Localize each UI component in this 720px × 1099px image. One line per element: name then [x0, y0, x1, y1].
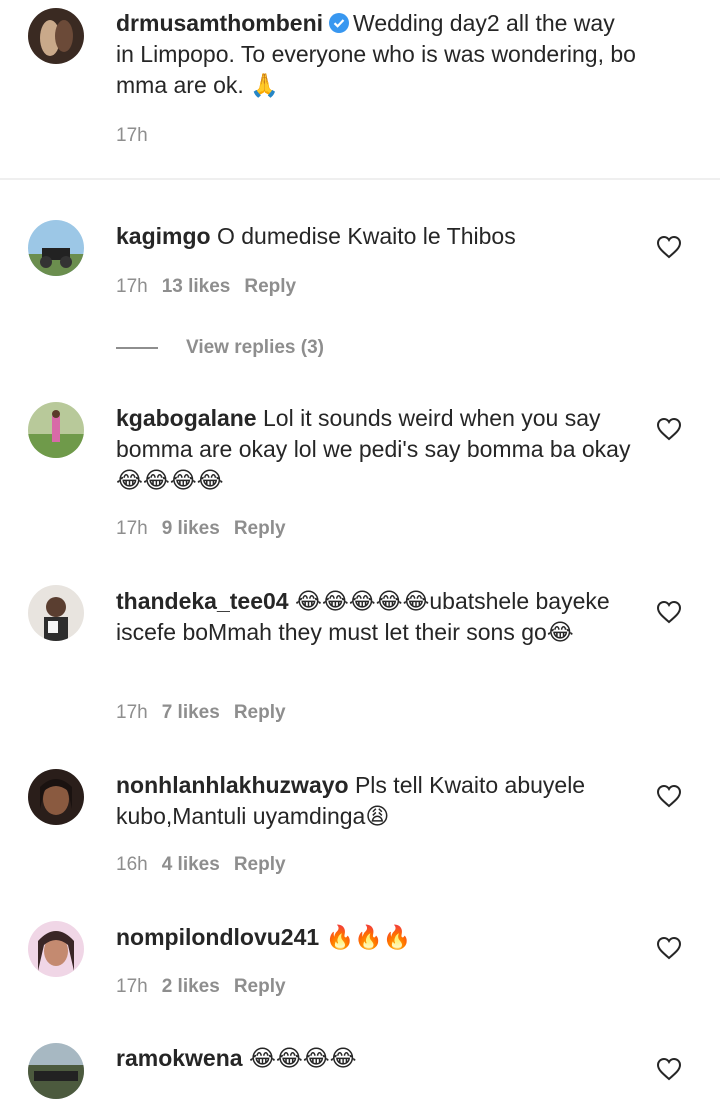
heart-icon[interactable]: [656, 235, 682, 259]
divider: [0, 178, 720, 180]
comment-text-block: nompilondlovu241 🔥🔥🔥: [116, 922, 636, 953]
comment-text-block: nonhlanhlakhuzwayo Pls tell Kwaito abuye…: [116, 770, 636, 832]
comment-time: 17h: [116, 518, 148, 539]
comment-time: 16h: [116, 854, 148, 875]
likes-count[interactable]: 2 likes: [162, 976, 220, 997]
view-replies-label: View replies (3): [186, 337, 324, 358]
view-replies-line: [116, 347, 158, 349]
comment-meta: 17h 2 likes Reply: [116, 976, 300, 1002]
reply-button[interactable]: Reply: [234, 702, 286, 723]
avatar[interactable]: [28, 402, 84, 458]
comment-text-block: kgabogalane Lol it sounds weird when you…: [116, 403, 636, 496]
avatar[interactable]: [28, 220, 84, 276]
heart-icon[interactable]: [656, 1057, 682, 1081]
comment-username[interactable]: kgabogalane: [116, 405, 257, 431]
avatar[interactable]: [28, 769, 84, 825]
comment-meta: 17h 13 likes Reply: [116, 276, 310, 302]
caption-avatar[interactable]: [28, 8, 84, 64]
comment-username[interactable]: ramokwena: [116, 1045, 243, 1071]
comment-username[interactable]: nonhlanhlakhuzwayo: [116, 772, 349, 798]
comment-text: 😂😂😂😂: [248, 1045, 357, 1071]
verified-badge-icon: [329, 13, 350, 33]
comment-text: O dumedise Kwaito le Thibos: [216, 223, 516, 249]
comment-text-block: thandeka_tee04 😂😂😂😂😂ubatshele bayeke isc…: [116, 586, 636, 648]
heart-icon[interactable]: [656, 417, 682, 441]
comment-username[interactable]: thandeka_tee04: [116, 588, 289, 614]
avatar[interactable]: [28, 921, 84, 977]
view-replies-button[interactable]: View replies (3): [116, 334, 324, 362]
likes-count[interactable]: 13 likes: [162, 276, 231, 297]
comment-time: 17h: [116, 976, 148, 997]
comment-username[interactable]: kagimgo: [116, 223, 211, 249]
reply-button[interactable]: Reply: [244, 276, 296, 297]
caption-username[interactable]: drmusamthombeni: [116, 10, 323, 36]
heart-icon[interactable]: [656, 600, 682, 624]
heart-icon[interactable]: [656, 936, 682, 960]
comment-time: 17h: [116, 276, 148, 297]
comment-meta: 17h 9 likes Reply: [116, 518, 300, 544]
heart-icon[interactable]: [656, 784, 682, 808]
comment-meta: 17h 7 likes Reply: [116, 702, 300, 728]
caption-text-block: drmusamthombeni Wedding day2 all the way …: [116, 8, 636, 101]
caption-time: 17h: [116, 125, 148, 146]
comment-username[interactable]: nompilondlovu241: [116, 924, 319, 950]
comment-meta: 16h 4 likes Reply: [116, 854, 300, 880]
comment-time: 17h: [116, 702, 148, 723]
reply-button[interactable]: Reply: [234, 854, 286, 875]
likes-count[interactable]: 4 likes: [162, 854, 220, 875]
reply-button[interactable]: Reply: [234, 976, 286, 997]
avatar[interactable]: [28, 585, 84, 641]
likes-count[interactable]: 7 likes: [162, 702, 220, 723]
comment-text: 🔥🔥🔥: [325, 924, 412, 950]
caption-meta: 17h: [116, 125, 162, 151]
reply-button[interactable]: Reply: [234, 518, 286, 539]
likes-count[interactable]: 9 likes: [162, 518, 220, 539]
comment-text-block: kagimgo O dumedise Kwaito le Thibos: [116, 221, 636, 252]
comment-text-block: ramokwena 😂😂😂😂: [116, 1043, 636, 1074]
